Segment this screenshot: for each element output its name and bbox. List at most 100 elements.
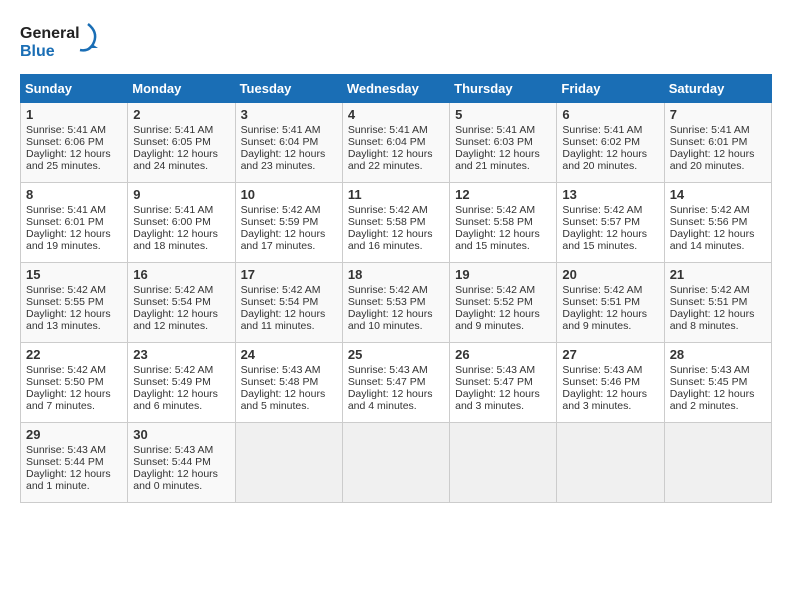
header-row: SundayMondayTuesdayWednesdayThursdayFrid… <box>21 75 772 103</box>
day-number: 16 <box>133 267 229 282</box>
sunrise-text: Sunrise: 5:41 AM <box>26 204 106 216</box>
daylight-text: Daylight: 12 hours and 12 minutes. <box>133 308 218 332</box>
calendar-cell: 24Sunrise: 5:43 AMSunset: 5:48 PMDayligh… <box>235 343 342 423</box>
calendar-cell: 5Sunrise: 5:41 AMSunset: 6:03 PMDaylight… <box>450 103 557 183</box>
calendar-cell: 18Sunrise: 5:42 AMSunset: 5:53 PMDayligh… <box>342 263 449 343</box>
daylight-text: Daylight: 12 hours and 14 minutes. <box>670 228 755 252</box>
sunrise-text: Sunrise: 5:43 AM <box>562 364 642 376</box>
sunrise-text: Sunrise: 5:41 AM <box>348 124 428 136</box>
sunset-text: Sunset: 5:58 PM <box>348 216 426 228</box>
sunrise-text: Sunrise: 5:43 AM <box>670 364 750 376</box>
calendar-cell <box>342 423 449 503</box>
logo: General Blue <box>20 20 100 64</box>
sunset-text: Sunset: 5:45 PM <box>670 376 748 388</box>
sunset-text: Sunset: 5:52 PM <box>455 296 533 308</box>
day-number: 19 <box>455 267 551 282</box>
calendar-cell: 7Sunrise: 5:41 AMSunset: 6:01 PMDaylight… <box>664 103 771 183</box>
calendar-cell: 15Sunrise: 5:42 AMSunset: 5:55 PMDayligh… <box>21 263 128 343</box>
calendar-cell: 13Sunrise: 5:42 AMSunset: 5:57 PMDayligh… <box>557 183 664 263</box>
sunset-text: Sunset: 6:03 PM <box>455 136 533 148</box>
day-number: 11 <box>348 187 444 202</box>
calendar-cell: 17Sunrise: 5:42 AMSunset: 5:54 PMDayligh… <box>235 263 342 343</box>
sunrise-text: Sunrise: 5:43 AM <box>455 364 535 376</box>
sunrise-text: Sunrise: 5:43 AM <box>133 444 213 456</box>
calendar-cell: 4Sunrise: 5:41 AMSunset: 6:04 PMDaylight… <box>342 103 449 183</box>
daylight-text: Daylight: 12 hours and 2 minutes. <box>670 388 755 412</box>
sunrise-text: Sunrise: 5:43 AM <box>348 364 428 376</box>
daylight-text: Daylight: 12 hours and 6 minutes. <box>133 388 218 412</box>
daylight-text: Daylight: 12 hours and 23 minutes. <box>241 148 326 172</box>
daylight-text: Daylight: 12 hours and 20 minutes. <box>670 148 755 172</box>
sunset-text: Sunset: 6:01 PM <box>26 216 104 228</box>
daylight-text: Daylight: 12 hours and 22 minutes. <box>348 148 433 172</box>
col-header-wednesday: Wednesday <box>342 75 449 103</box>
sunrise-text: Sunrise: 5:42 AM <box>241 284 321 296</box>
col-header-sunday: Sunday <box>21 75 128 103</box>
sunset-text: Sunset: 6:06 PM <box>26 136 104 148</box>
day-number: 3 <box>241 107 337 122</box>
day-number: 30 <box>133 427 229 442</box>
sunrise-text: Sunrise: 5:41 AM <box>133 124 213 136</box>
day-number: 25 <box>348 347 444 362</box>
daylight-text: Daylight: 12 hours and 9 minutes. <box>455 308 540 332</box>
day-number: 5 <box>455 107 551 122</box>
calendar-cell: 12Sunrise: 5:42 AMSunset: 5:58 PMDayligh… <box>450 183 557 263</box>
calendar-row-4: 22Sunrise: 5:42 AMSunset: 5:50 PMDayligh… <box>21 343 772 423</box>
daylight-text: Daylight: 12 hours and 16 minutes. <box>348 228 433 252</box>
calendar-cell: 10Sunrise: 5:42 AMSunset: 5:59 PMDayligh… <box>235 183 342 263</box>
day-number: 21 <box>670 267 766 282</box>
logo-svg: General Blue <box>20 20 100 64</box>
svg-text:Blue: Blue <box>20 43 55 60</box>
calendar-cell: 23Sunrise: 5:42 AMSunset: 5:49 PMDayligh… <box>128 343 235 423</box>
daylight-text: Daylight: 12 hours and 7 minutes. <box>26 388 111 412</box>
calendar-row-1: 1 Sunrise: 5:41 AM Sunset: 6:06 PM Daylight… <box>21 103 772 183</box>
sunset-text: Sunset: 5:46 PM <box>562 376 640 388</box>
calendar-cell: 8Sunrise: 5:41 AMSunset: 6:01 PMDaylight… <box>21 183 128 263</box>
sunrise-text: Sunrise: 5:42 AM <box>133 284 213 296</box>
day-number: 15 <box>26 267 122 282</box>
day-number: 17 <box>241 267 337 282</box>
sunrise-text: Sunrise: 5:41 AM <box>455 124 535 136</box>
sunrise-text: Sunrise: 5:42 AM <box>562 284 642 296</box>
sunrise-text: Sunrise: 5:43 AM <box>241 364 321 376</box>
calendar-cell <box>664 423 771 503</box>
calendar-cell: 30Sunrise: 5:43 AMSunset: 5:44 PMDayligh… <box>128 423 235 503</box>
daylight-text: Daylight: 12 hours and 24 minutes. <box>133 148 218 172</box>
day-number: 20 <box>562 267 658 282</box>
sunset-text: Sunset: 5:58 PM <box>455 216 533 228</box>
sunrise-text: Sunrise: 5:43 AM <box>26 444 106 456</box>
sunset-text: Sunset: 5:47 PM <box>348 376 426 388</box>
calendar-cell <box>557 423 664 503</box>
daylight-text: Daylight: 12 hours and 3 minutes. <box>455 388 540 412</box>
col-header-monday: Monday <box>128 75 235 103</box>
daylight-text: Daylight: 12 hours and 13 minutes. <box>26 308 111 332</box>
sunset-text: Sunset: 5:59 PM <box>241 216 319 228</box>
calendar-row-3: 15Sunrise: 5:42 AMSunset: 5:55 PMDayligh… <box>21 263 772 343</box>
calendar-cell: 20Sunrise: 5:42 AMSunset: 5:51 PMDayligh… <box>557 263 664 343</box>
sunrise-text: Sunrise: 5:42 AM <box>670 204 750 216</box>
daylight-text: Daylight: 12 hours and 8 minutes. <box>670 308 755 332</box>
sunset-text: Sunset: 6:04 PM <box>348 136 426 148</box>
daylight-text: Daylight: 12 hours and 4 minutes. <box>348 388 433 412</box>
calendar-cell: 26Sunrise: 5:43 AMSunset: 5:47 PMDayligh… <box>450 343 557 423</box>
day-number: 2 <box>133 107 229 122</box>
sunrise-text: Sunrise: 5:42 AM <box>241 204 321 216</box>
day-number: 1 <box>26 107 122 122</box>
sunset-text: Sunset: 5:51 PM <box>670 296 748 308</box>
calendar-cell: 2Sunrise: 5:41 AMSunset: 6:05 PMDaylight… <box>128 103 235 183</box>
calendar-cell: 28Sunrise: 5:43 AMSunset: 5:45 PMDayligh… <box>664 343 771 423</box>
daylight-text: Daylight: 12 hours and 0 minutes. <box>133 468 218 492</box>
sunset-text: Sunset: 5:48 PM <box>241 376 319 388</box>
sunset-text: Sunset: 5:51 PM <box>562 296 640 308</box>
sunrise-text: Sunrise: 5:41 AM <box>133 204 213 216</box>
calendar-cell: 9Sunrise: 5:41 AMSunset: 6:00 PMDaylight… <box>128 183 235 263</box>
calendar-cell: 29Sunrise: 5:43 AMSunset: 5:44 PMDayligh… <box>21 423 128 503</box>
calendar-cell: 19Sunrise: 5:42 AMSunset: 5:52 PMDayligh… <box>450 263 557 343</box>
sunrise-text: Sunrise: 5:42 AM <box>348 204 428 216</box>
daylight-text: Daylight: 12 hours and 15 minutes. <box>455 228 540 252</box>
sunset-text: Sunset: 6:00 PM <box>133 216 211 228</box>
day-number: 13 <box>562 187 658 202</box>
daylight-text: Daylight: 12 hours and 10 minutes. <box>348 308 433 332</box>
calendar-cell: 11 Sunrise: 5:42 AMSunset: 5:58 PMDayligh… <box>342 183 449 263</box>
calendar-cell: 16Sunrise: 5:42 AMSunset: 5:54 PMDayligh… <box>128 263 235 343</box>
